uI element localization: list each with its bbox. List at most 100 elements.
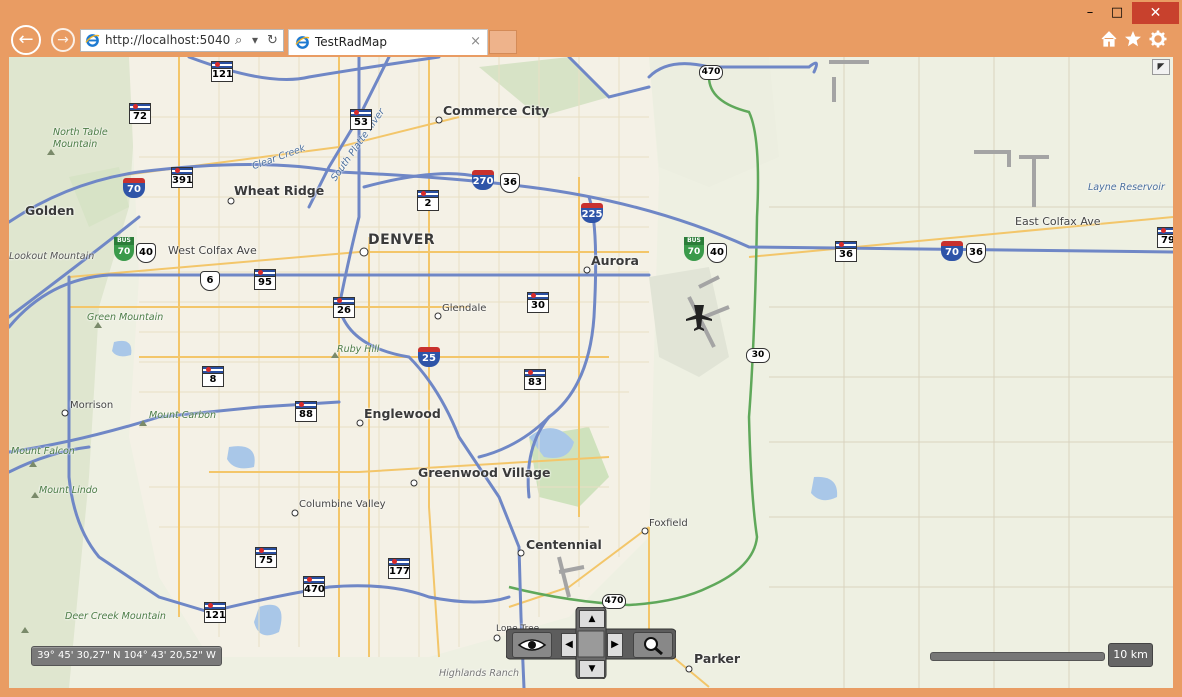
route-number: 30	[531, 300, 545, 311]
route-shield-s70a: 70	[123, 178, 145, 198]
route-shield-s70d: 70	[941, 241, 963, 261]
place-label-golden: Golden	[25, 203, 75, 218]
route-number: 40	[139, 247, 153, 258]
view-mode-button[interactable]	[512, 632, 552, 658]
map-navigation-control: ◀ ▶ ▲ ▼	[506, 607, 676, 679]
browser-chrome: ← → http://localhost:50406/ ⌕ ▾ ↻ TestRa…	[0, 0, 1182, 57]
route-shield-s70b: BUS 70	[114, 237, 134, 261]
route-shield-s225: 225	[581, 203, 603, 223]
place-label-denver: DENVER	[368, 232, 436, 248]
route-shield-s6: 6	[200, 271, 220, 291]
place-label-centennial: Centennial	[526, 537, 602, 552]
minimize-button[interactable]: –	[1078, 2, 1102, 24]
route-number: 36	[503, 177, 517, 188]
place-label-englewood: Englewood	[364, 406, 441, 421]
route-shield-s72: 72	[129, 103, 151, 124]
tab-testradmap[interactable]: TestRadMap ×	[288, 29, 488, 55]
route-number: 25	[422, 353, 436, 364]
settings-gear-icon[interactable]	[1149, 30, 1167, 48]
minimap-toggle-button[interactable]: ◤	[1152, 59, 1170, 75]
street-label-east-colfax: East Colfax Ave	[1015, 215, 1101, 228]
route-number: 6	[206, 275, 214, 286]
route-shield-s83: 83	[524, 369, 546, 390]
terrain-label-mount-lindo: Mount Lindo	[39, 485, 98, 496]
place-label-parker: Parker	[694, 651, 741, 666]
route-number: 95	[258, 277, 272, 288]
route-shield-s121b: 121	[204, 602, 226, 623]
route-shield-s70c: BUS 70	[684, 237, 704, 261]
street-label-west-colfax: West Colfax Ave	[168, 244, 257, 257]
scale-label: 10 km	[1108, 643, 1153, 667]
terrain-label-mount-carbon: Mount Carbon	[149, 410, 217, 421]
route-number: 391	[172, 175, 193, 186]
terrain-label-ruby-hill: Ruby Hill	[337, 344, 380, 355]
search-icon[interactable]: ⌕	[235, 30, 242, 51]
route-shield-s30b: 30	[746, 348, 770, 363]
route-number: 40	[710, 247, 724, 258]
route-number: 53	[354, 117, 368, 128]
dropdown-icon[interactable]: ▾	[252, 30, 258, 51]
route-shield-s26: 26	[333, 297, 355, 318]
terrain-label-north-table-mountain: North Table Mountain	[53, 127, 108, 150]
tab-title: TestRadMap	[315, 35, 387, 49]
place-label-columbine-valley: Columbine Valley	[299, 499, 386, 510]
new-tab-button[interactable]	[489, 30, 517, 54]
route-shield-s95: 95	[254, 269, 276, 290]
route-number: 470	[304, 584, 325, 595]
back-arrow-icon: ←	[18, 29, 34, 50]
route-shield-s53: 53	[350, 109, 372, 130]
route-number: 70	[945, 247, 959, 258]
lake	[112, 340, 132, 357]
home-icon[interactable]	[1100, 30, 1118, 48]
place-label-aurora: Aurora	[591, 253, 639, 268]
water-label-layne-reservoir: Layne Reservoir	[1088, 182, 1165, 193]
ie-logo-icon	[85, 34, 100, 47]
map-canvas	[9, 57, 1173, 688]
route-number: 121	[205, 610, 226, 621]
terrain-label-deer-creek-mountain: Deer Creek Mountain	[65, 611, 166, 622]
place-label-glendale: Glendale	[442, 303, 487, 314]
route-shield-s40b: 40	[707, 243, 727, 263]
pan-down-button[interactable]: ▼	[579, 660, 605, 678]
pan-left-button[interactable]: ◀	[561, 633, 577, 657]
map-viewport[interactable]: Commerce City Wheat Ridge Golden DENVER …	[9, 57, 1173, 688]
route-number: 2	[424, 198, 432, 209]
route-number: 30	[751, 350, 765, 360]
address-bar[interactable]: http://localhost:50406/ ⌕ ▾ ↻	[80, 29, 284, 52]
forward-arrow-icon: →	[57, 32, 69, 48]
maximize-button[interactable]: □	[1105, 2, 1129, 24]
route-shield-s25: 25	[418, 347, 440, 367]
route-number: 470	[604, 596, 624, 606]
route-shield-s121a: 121	[211, 61, 233, 82]
route-shield-s40a: 40	[136, 243, 156, 263]
tab-close-icon[interactable]: ×	[470, 30, 481, 54]
route-number: 75	[259, 555, 273, 566]
pan-right-button[interactable]: ▶	[607, 633, 623, 657]
route-shield-s391: 391	[171, 167, 193, 188]
terrain-label-mount-falcon: Mount Falcon	[11, 446, 75, 457]
terrain-label-green-mountain: Green Mountain	[87, 312, 164, 323]
route-number: 270	[472, 176, 494, 187]
forward-button[interactable]: →	[51, 28, 75, 52]
route-number: 26	[337, 305, 351, 316]
route-number: 177	[389, 566, 410, 577]
coordinates-readout: 39° 45' 30,27" N 104° 43' 20,52" W	[31, 646, 222, 666]
pan-up-button[interactable]: ▲	[579, 610, 605, 628]
place-label-foxfield: Foxfield	[649, 518, 688, 529]
zoom-search-button[interactable]	[633, 632, 673, 658]
refresh-icon[interactable]: ↻	[267, 30, 278, 51]
favorites-star-icon[interactable]	[1124, 30, 1142, 48]
route-number: 70	[687, 247, 701, 257]
close-button[interactable]: ✕	[1132, 2, 1179, 24]
route-number: 121	[212, 69, 233, 80]
route-number: 72	[133, 111, 147, 122]
route-shield-s177: 177	[388, 558, 410, 579]
route-shield-s79: 79	[1157, 227, 1173, 248]
route-shield-s36a: 36	[500, 173, 520, 193]
terrain-label-lookout-mountain: Lookout Mountain	[9, 251, 95, 262]
back-button[interactable]: ←	[11, 25, 41, 55]
route-number: 470	[701, 67, 721, 77]
route-shield-s2: 2	[417, 190, 439, 211]
eye-icon	[517, 639, 547, 651]
route-shield-s88: 88	[295, 401, 317, 422]
